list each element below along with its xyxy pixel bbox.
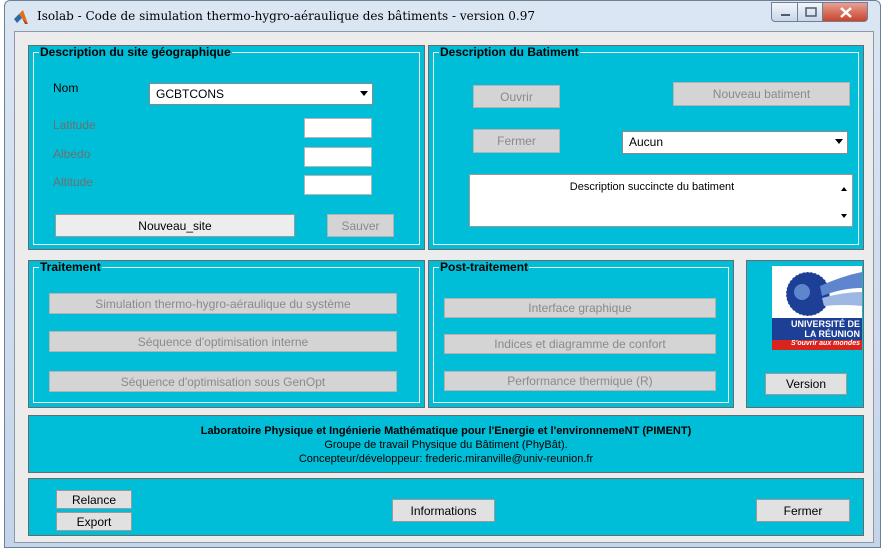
batiment-select-value: Aucun xyxy=(629,135,664,149)
maximize-button[interactable] xyxy=(797,2,823,22)
logo-line1: UNIVERSITÉ DE xyxy=(790,319,860,329)
batiment-description-text: Description succincte du batiment xyxy=(569,181,735,193)
app-window: Isolab - Code de simulation thermo-hygro… xyxy=(4,0,881,548)
title-bar[interactable]: Isolab - Code de simulation thermo-hygro… xyxy=(5,1,880,31)
batiment-select[interactable]: Aucun xyxy=(622,131,848,154)
relance-button[interactable]: Relance xyxy=(56,490,132,509)
logo-slogan: S'ouvrir aux mondes xyxy=(791,340,860,347)
traitement-panel: Traitement Simulation thermo-hygro-aérau… xyxy=(28,260,425,408)
chevron-down-icon xyxy=(835,139,843,144)
post-traitement-panel-title: Post-traitement xyxy=(439,260,530,274)
chevron-down-icon xyxy=(360,91,368,96)
albedo-field[interactable] xyxy=(304,147,372,167)
scroll-up-icon[interactable] xyxy=(841,187,847,191)
nouveau-batiment-button[interactable]: Nouveau batiment xyxy=(673,82,850,106)
matlab-icon xyxy=(14,10,28,24)
close-icon xyxy=(840,7,852,18)
simulation-button[interactable]: Simulation thermo-hygro-aéraulique du sy… xyxy=(49,293,397,314)
batiment-panel: Description du Batiment Ouvrir Nouveau b… xyxy=(428,45,864,250)
albedo-label: Albédo xyxy=(53,147,91,161)
logo-panel: UNIVERSITÉ DE LA RÉUNION S'ouvrir aux mo… xyxy=(746,260,864,408)
fermer-button[interactable]: Fermer xyxy=(756,499,850,522)
optimisation-genopt-button[interactable]: Séquence d'optimisation sous GenOpt xyxy=(49,371,397,392)
latitude-field[interactable] xyxy=(304,118,372,138)
site-panel: Description du site géographique Nom GCB… xyxy=(28,45,425,250)
informations-button[interactable]: Informations xyxy=(392,499,495,522)
batiment-description-field[interactable]: Description succincte du batiment xyxy=(469,174,853,227)
ouvrir-button[interactable]: Ouvrir xyxy=(473,85,560,108)
version-button[interactable]: Version xyxy=(765,373,847,395)
batiment-panel-title: Description du Batiment xyxy=(439,45,580,59)
fermer-batiment-button[interactable]: Fermer xyxy=(473,129,560,153)
export-button[interactable]: Export xyxy=(56,512,132,531)
logo-line2: LA RÉUNION xyxy=(804,329,860,339)
universite-reunion-logo: UNIVERSITÉ DE LA RÉUNION S'ouvrir aux mo… xyxy=(772,266,862,350)
minimize-icon xyxy=(781,14,790,16)
client-area: Description du site géographique Nom GCB… xyxy=(14,31,874,543)
maximize-icon xyxy=(805,7,817,17)
minimize-button[interactable] xyxy=(771,2,798,22)
nom-label: Nom xyxy=(53,81,79,95)
close-window-button[interactable] xyxy=(822,2,868,22)
working-group: Groupe de travail Physique du Bâtiment (… xyxy=(324,439,568,451)
altitude-field[interactable] xyxy=(304,175,372,195)
scroll-down-icon[interactable] xyxy=(841,214,847,218)
optimisation-interne-button[interactable]: Séquence d'optimisation interne xyxy=(49,331,397,352)
footer-panel: Relance Export Informations Fermer xyxy=(28,478,864,536)
lab-name: Laboratoire Physique et Ingénierie Mathé… xyxy=(200,425,692,437)
post-traitement-panel: Post-traitement Interface graphique Indi… xyxy=(428,260,734,408)
site-panel-title: Description du site géographique xyxy=(39,45,232,59)
nouveau-site-button[interactable]: Nouveau_site xyxy=(55,214,295,237)
altitude-label: Altitude xyxy=(53,175,94,189)
site-select[interactable]: GCBTCONS xyxy=(149,83,373,105)
info-panel: Laboratoire Physique et Ingénierie Mathé… xyxy=(28,415,864,473)
indices-confort-button[interactable]: Indices et diagramme de confort xyxy=(444,334,716,354)
sauver-button[interactable]: Sauver xyxy=(327,214,394,237)
latitude-label: Latitude xyxy=(53,118,96,132)
performance-thermique-button[interactable]: Performance thermique (R) xyxy=(444,371,716,391)
window-title: Isolab - Code de simulation thermo-hygro… xyxy=(37,9,535,23)
developer-contact: Concepteur/développeur: frederic.miranvi… xyxy=(298,453,594,465)
interface-graphique-button[interactable]: Interface graphique xyxy=(444,298,716,318)
site-select-value: GCBTCONS xyxy=(156,87,225,101)
traitement-panel-title: Traitement xyxy=(39,260,102,274)
